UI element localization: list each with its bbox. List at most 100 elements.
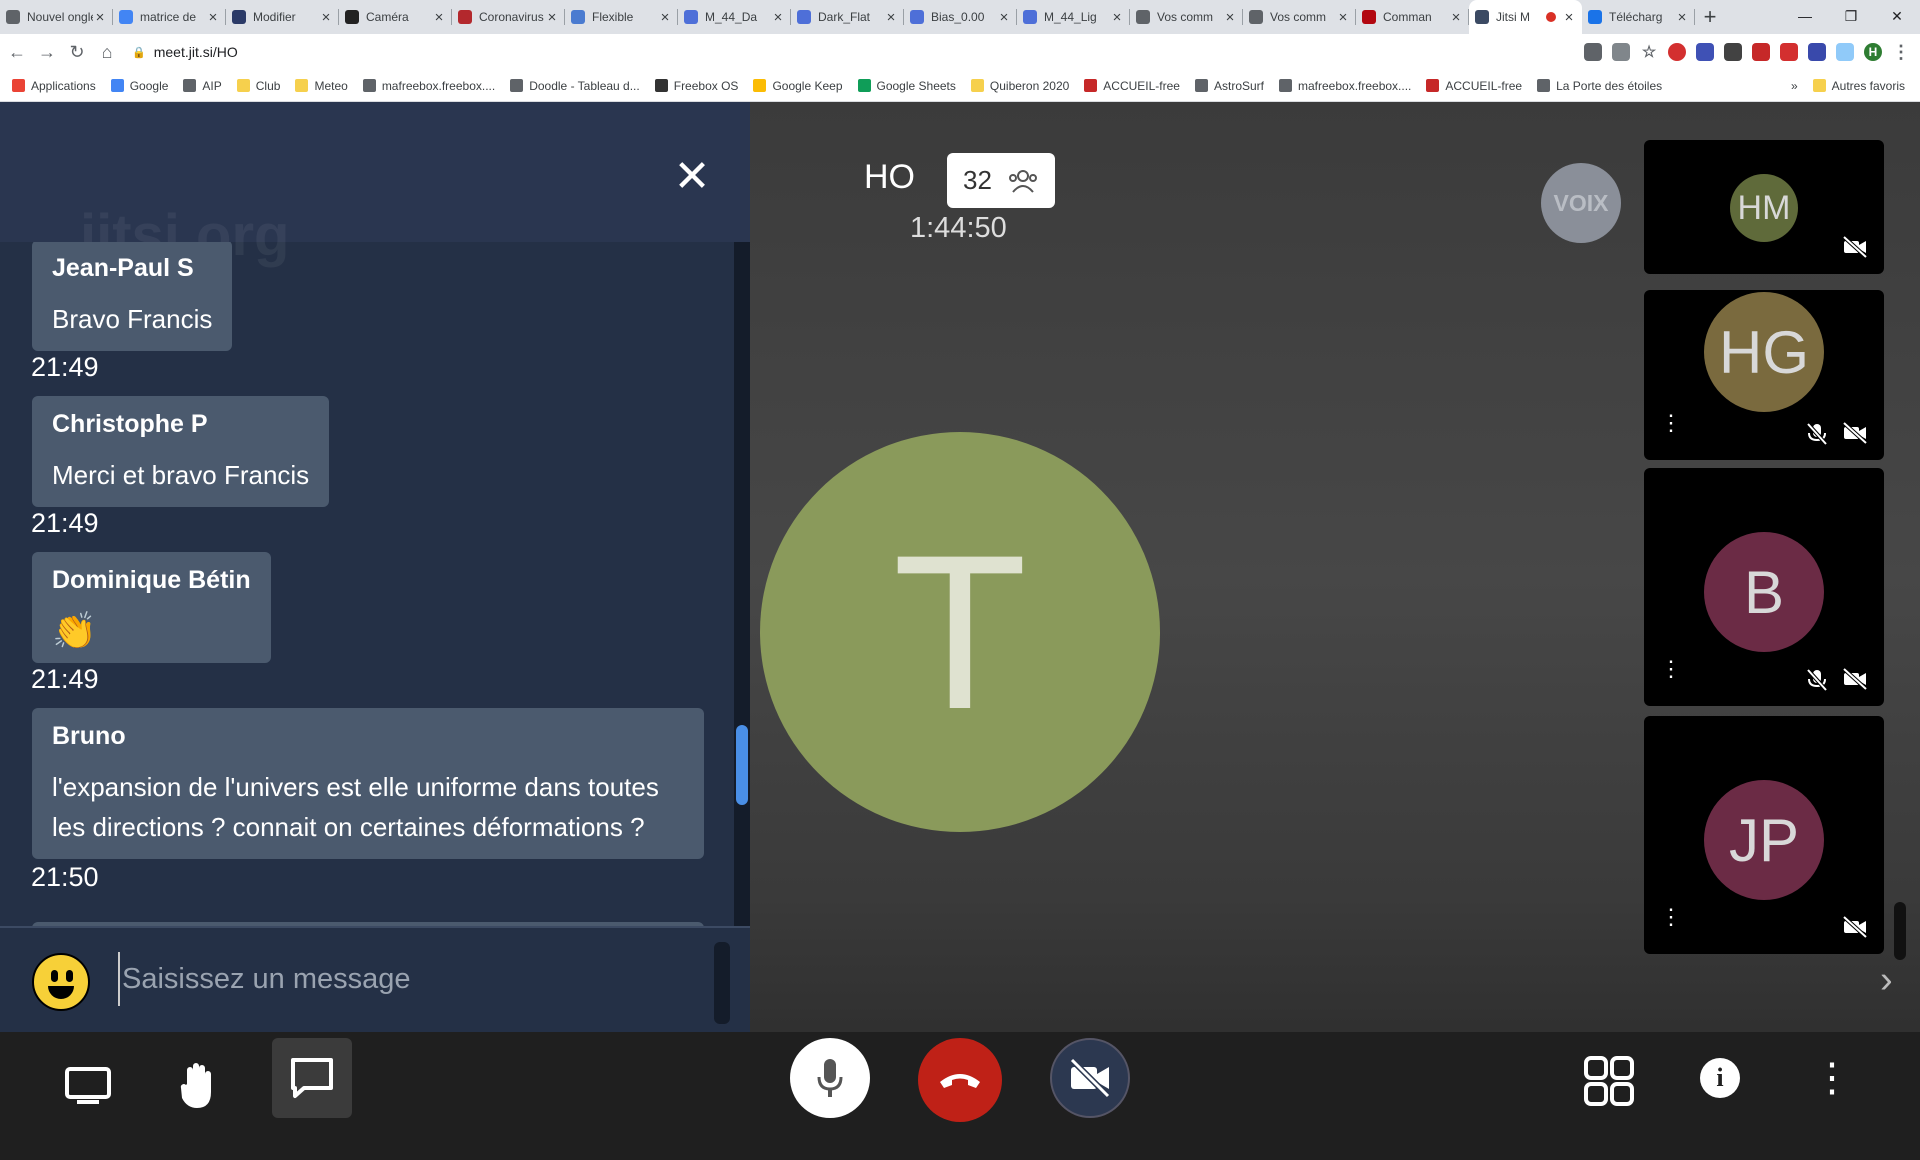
bookmark-item[interactable]: La Porte des étoiles (1537, 79, 1662, 93)
bookmarks-overflow-button[interactable]: » (1791, 79, 1798, 93)
zoom-icon[interactable] (1612, 43, 1630, 61)
bookmark-item[interactable]: Freebox OS (654, 79, 738, 93)
browser-tab[interactable]: Dark_Flat × (791, 0, 904, 34)
browser-tab[interactable]: Nouvel onglet× (0, 0, 113, 34)
browser-tab[interactable]: Vos comm × (1130, 0, 1243, 34)
bookmark-icon (1426, 79, 1440, 92)
tab-strip: Nouvel onglet×matrice de×Modifier×Caméra… (0, 0, 1920, 34)
adblock-icon[interactable] (1668, 43, 1686, 61)
browser-tab[interactable]: Jitsi M × (1469, 0, 1582, 34)
close-tab-icon[interactable]: × (1675, 9, 1689, 26)
browser-tab[interactable]: M_44_Lig × (1017, 0, 1130, 34)
close-chat-button[interactable]: ✕ (670, 155, 714, 201)
bookmark-item[interactable]: Applications (12, 79, 96, 93)
bookmark-item[interactable]: Doodle - Tableau d... (510, 79, 640, 93)
browser-tab[interactable]: Modifier × (226, 0, 339, 34)
mic-muted-icon (1806, 422, 1828, 446)
forward-icon[interactable]: → (34, 42, 60, 63)
close-tab-icon[interactable]: × (997, 9, 1011, 26)
raise-hand-button[interactable] (170, 1056, 230, 1116)
extension-icon[interactable] (1780, 43, 1798, 61)
new-tab-button[interactable]: + (1695, 0, 1725, 34)
close-tab-icon[interactable]: × (884, 9, 898, 26)
participant-thumbnail[interactable]: JP ⋮ (1644, 716, 1884, 954)
participant-thumbnail[interactable]: HG ⋮ (1644, 290, 1884, 460)
extension-icon[interactable] (1808, 43, 1826, 61)
close-window-icon[interactable]: ✕ (1874, 0, 1920, 32)
participant-menu-icon[interactable]: ⋮ (1660, 658, 1682, 688)
browser-tab[interactable]: M_44_Da × (678, 0, 791, 34)
filmstrip-next-arrow-icon[interactable]: › (1880, 960, 1906, 1004)
close-tab-icon[interactable]: × (319, 9, 333, 26)
chat-toggle-button[interactable] (272, 1038, 352, 1118)
bookmark-item[interactable]: AIP (183, 79, 222, 93)
browser-tab[interactable]: Vos comm × (1243, 0, 1356, 34)
minimize-icon[interactable]: — (1782, 0, 1828, 32)
bookmark-item[interactable]: mafreebox.freebox.... (362, 79, 495, 93)
share-screen-button[interactable] (58, 1056, 118, 1116)
bookmark-item[interactable]: ACCUEIL-free (1426, 79, 1522, 93)
bookmark-label: Doodle - Tableau d... (529, 78, 640, 93)
bookmark-item[interactable]: Google Sheets (857, 79, 956, 93)
participant-thumbnail[interactable]: HM (1644, 140, 1884, 274)
tile-view-button[interactable] (1582, 1054, 1636, 1108)
chat-scrollbar[interactable] (734, 242, 750, 926)
browser-tab[interactable]: Coronavirus × (452, 0, 565, 34)
participant-menu-icon[interactable]: ⋮ (1660, 412, 1682, 442)
bookmark-item[interactable]: Club (236, 79, 280, 93)
url-field[interactable]: 🔒 meet.jit.si/HO (132, 38, 1584, 66)
bookmark-item[interactable]: mafreebox.freebox.... (1279, 79, 1411, 93)
camera-button[interactable] (1050, 1038, 1130, 1118)
participant-menu-icon[interactable]: ⋮ (1660, 906, 1682, 936)
doc-icon (910, 10, 924, 24)
bookmark-item[interactable]: Google Keep (753, 79, 843, 93)
microphone-button[interactable] (790, 1038, 870, 1118)
close-tab-icon[interactable]: × (658, 9, 672, 26)
home-icon[interactable]: ⌂ (94, 42, 120, 63)
participant-count-button[interactable]: 32 (947, 153, 1055, 208)
close-tab-icon[interactable]: × (1449, 9, 1463, 26)
browser-tab[interactable]: matrice de × (113, 0, 226, 34)
browser-tab[interactable]: Flexible × (565, 0, 678, 34)
info-icon[interactable]: i (1700, 1058, 1740, 1098)
profile-avatar[interactable]: H (1864, 43, 1882, 61)
browser-tab[interactable]: Télécharg × (1582, 0, 1695, 34)
cloud-icon[interactable] (1836, 43, 1854, 61)
restore-icon[interactable]: ❐ (1828, 0, 1874, 32)
bookmark-item[interactable]: ACCUEIL-free (1084, 79, 1180, 93)
bookmark-item[interactable]: Quiberon 2020 (970, 79, 1069, 93)
more-options-icon[interactable]: ⋮ (1812, 1054, 1852, 1102)
close-tab-icon[interactable]: × (545, 9, 559, 26)
bookmark-item[interactable]: AstroSurf (1194, 79, 1264, 93)
star-icon[interactable]: ☆ (1640, 43, 1658, 61)
participant-thumbnail[interactable]: B ⋮ (1644, 468, 1884, 706)
browser-tab[interactable]: Comman × (1356, 0, 1469, 34)
close-tab-icon[interactable]: × (771, 9, 785, 26)
bookmark-item[interactable]: Meteo (295, 79, 348, 93)
message-sender: Dominique Bétin (52, 566, 251, 594)
camera-blocked-icon[interactable] (1584, 43, 1602, 61)
extension-icon[interactable] (1696, 43, 1714, 61)
close-tab-icon[interactable]: × (1336, 9, 1350, 26)
smiley-eye-icon (66, 970, 73, 982)
close-tab-icon[interactable]: × (1562, 9, 1576, 26)
menu-dots-icon[interactable]: ⋮ (1892, 42, 1910, 62)
chat-scroll-thumb[interactable] (736, 725, 748, 805)
other-bookmarks[interactable]: Autres favoris (1812, 79, 1905, 93)
filmstrip-scrollbar[interactable] (1894, 902, 1906, 960)
close-tab-icon[interactable]: × (1223, 9, 1237, 26)
close-tab-icon[interactable]: × (93, 9, 107, 26)
emoji-picker-button[interactable] (32, 953, 90, 1011)
browser-tab[interactable]: Caméra × (339, 0, 452, 34)
browser-tab[interactable]: Bias_0.00 × (904, 0, 1017, 34)
close-tab-icon[interactable]: × (432, 9, 446, 26)
back-icon[interactable]: ← (4, 42, 30, 63)
close-tab-icon[interactable]: × (206, 9, 220, 26)
reload-icon[interactable]: ↻ (64, 42, 90, 63)
hangup-button[interactable] (918, 1038, 1002, 1122)
bookmark-item[interactable]: Google (110, 79, 168, 93)
extension-icon[interactable] (1752, 43, 1770, 61)
shield-icon[interactable] (1724, 43, 1742, 61)
close-tab-icon[interactable]: × (1110, 9, 1124, 26)
chat-message-input[interactable] (118, 952, 698, 1006)
